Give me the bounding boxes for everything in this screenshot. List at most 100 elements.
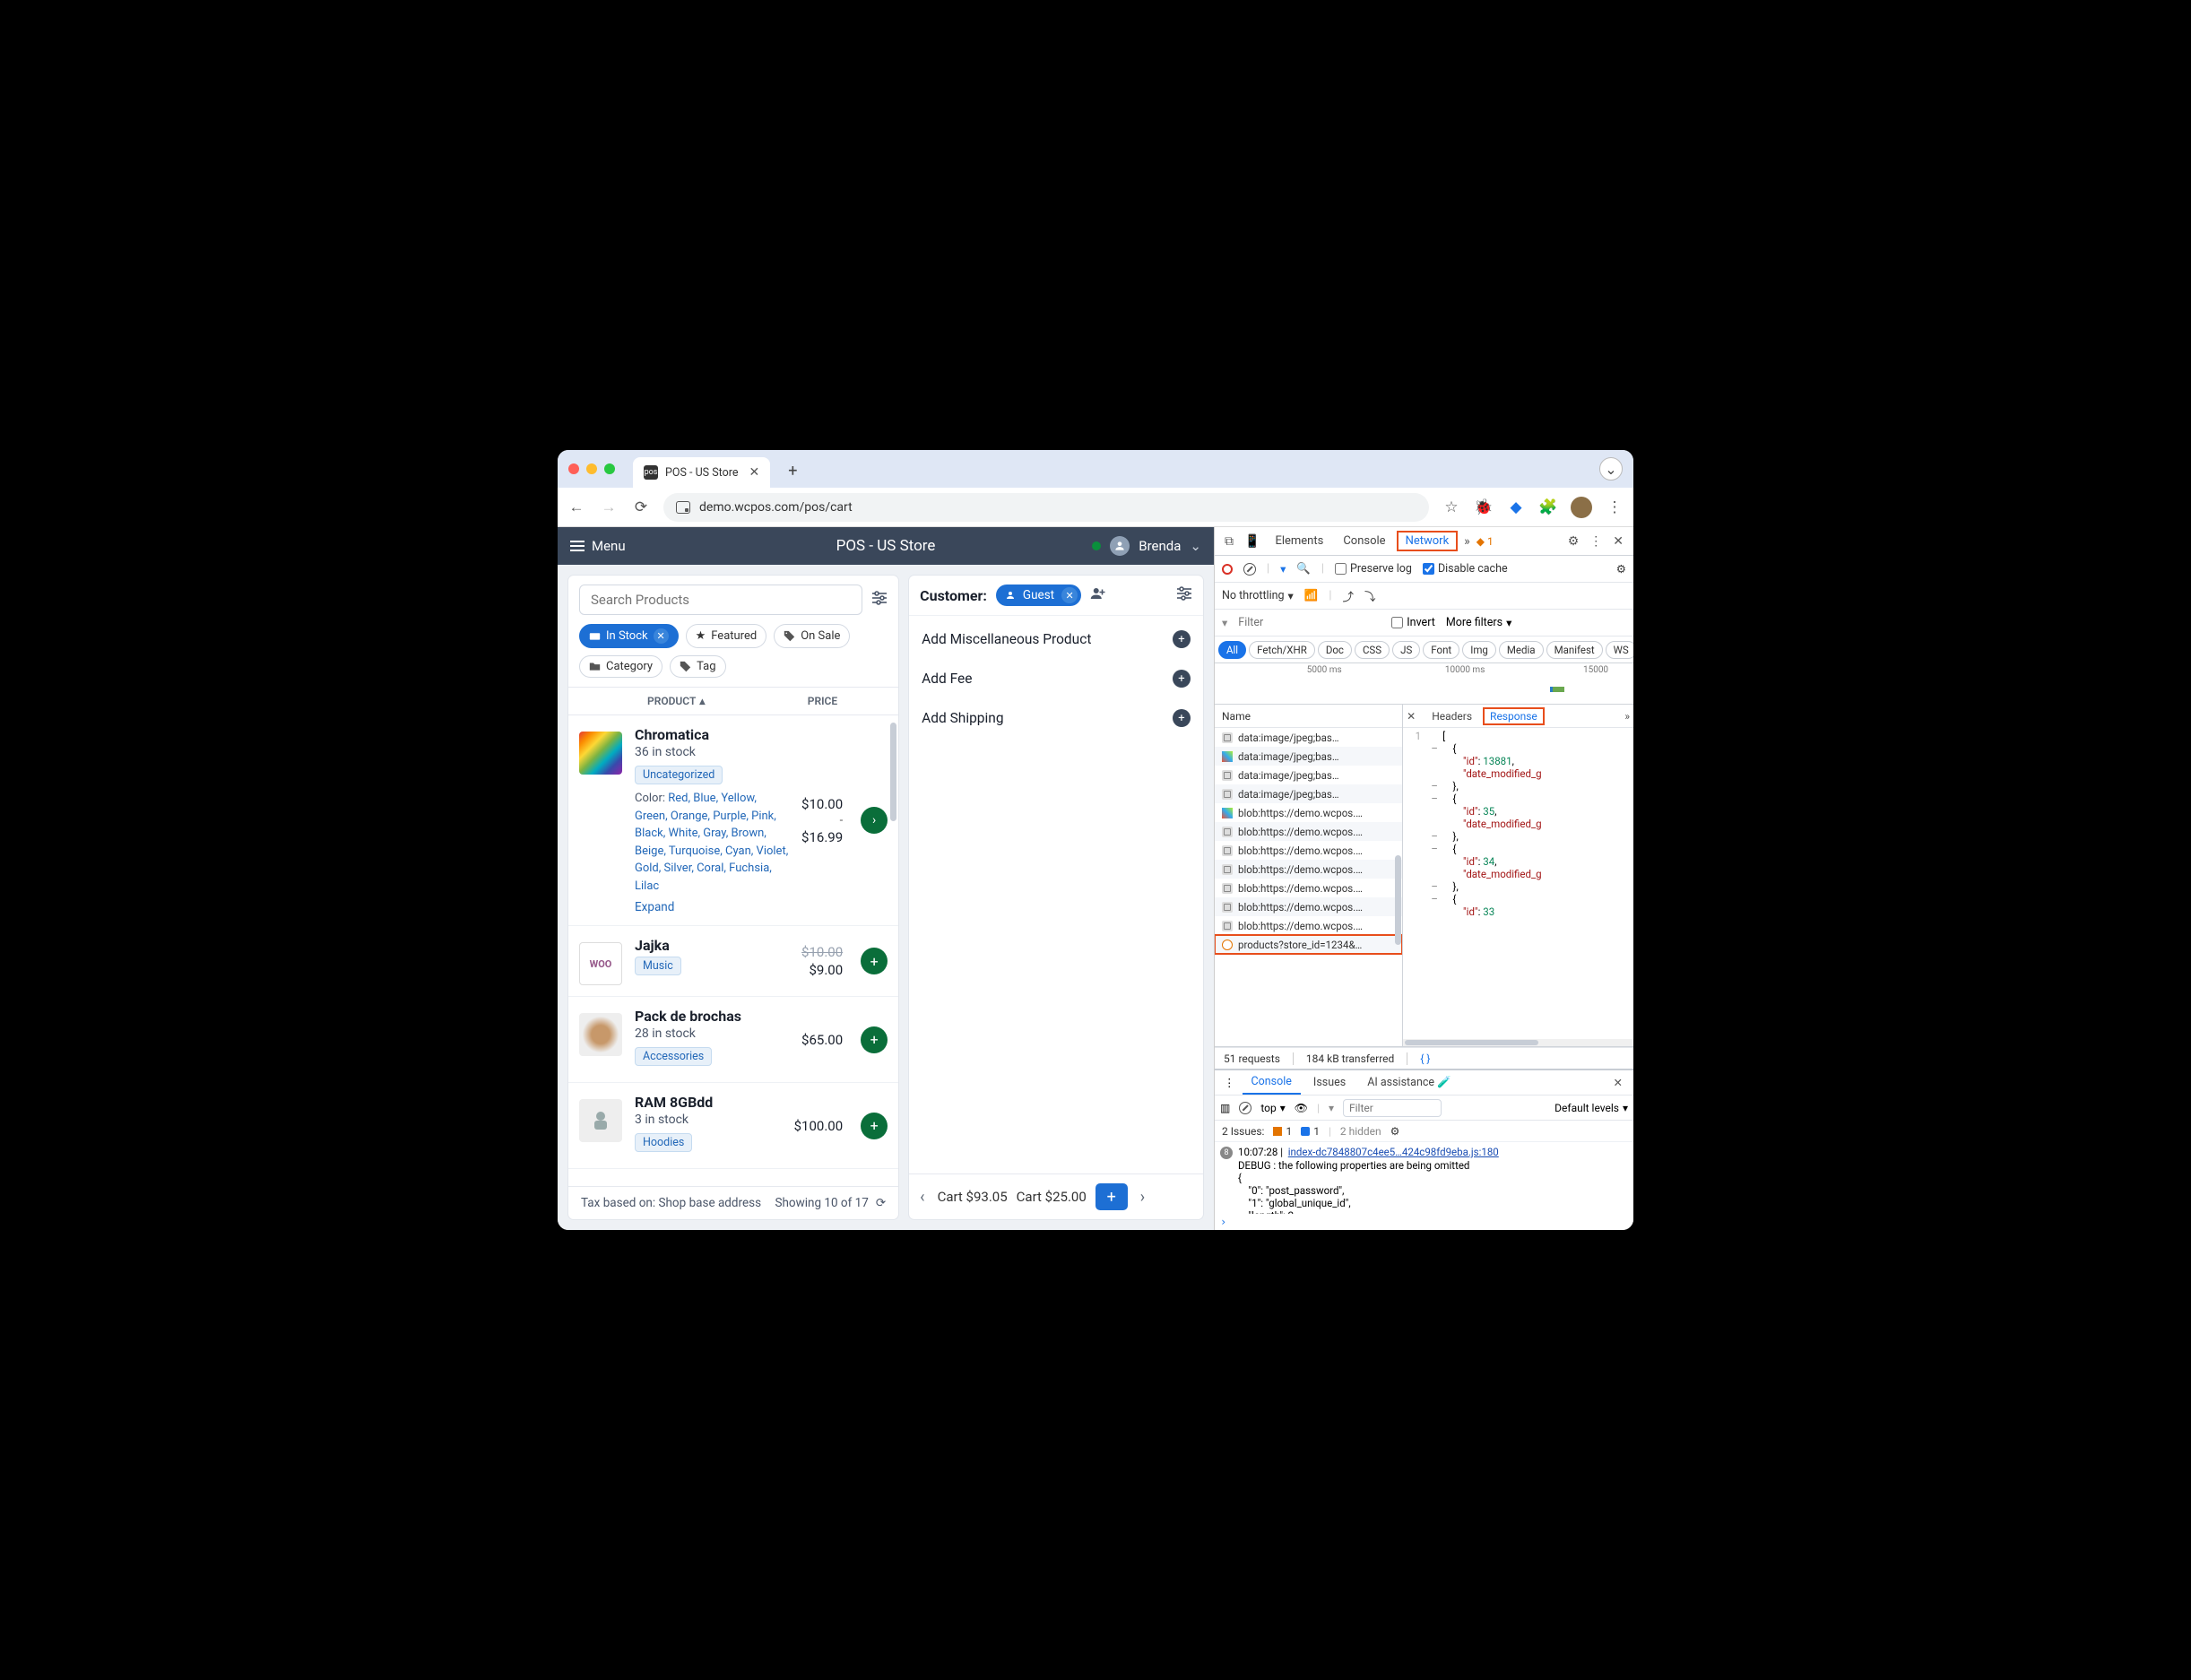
live-expression-icon[interactable]: 👁 [1295, 1102, 1308, 1114]
cart-tab[interactable]: Cart $93.05 [938, 1189, 1008, 1205]
new-cart-button[interactable]: + [1096, 1183, 1128, 1210]
remove-filter-icon[interactable]: ✕ [654, 628, 669, 644]
throttling-dropdown[interactable]: No throttling ▾ [1222, 589, 1294, 603]
add-to-cart-button[interactable]: + [861, 1113, 888, 1139]
product-name[interactable]: Chromatica [635, 726, 789, 743]
product-name[interactable]: Jajka [635, 937, 789, 954]
network-request-row[interactable]: products?store_id=1234&… [1215, 935, 1402, 954]
type-ws[interactable]: WS [1606, 641, 1633, 659]
tab-close-icon[interactable]: ✕ [749, 465, 759, 480]
inspect-element-icon[interactable]: ⧉ [1220, 534, 1238, 549]
type-all[interactable]: All [1218, 641, 1246, 659]
name-column-header[interactable]: Name [1215, 705, 1402, 728]
network-request-row[interactable]: blob:https://demo.wcpos.… [1215, 841, 1402, 860]
braces-icon[interactable]: { } [1420, 1052, 1430, 1065]
profile-avatar[interactable] [1571, 497, 1592, 518]
add-fee-row[interactable]: Add Fee+ [909, 659, 1203, 698]
log-levels-dropdown[interactable]: Default levels ▾ [1554, 1102, 1628, 1114]
menu-dots-icon[interactable]: ⋮ [1605, 498, 1624, 516]
customer-guest-pill[interactable]: Guest ✕ [996, 585, 1081, 606]
type-img[interactable]: Img [1462, 641, 1496, 659]
issue-info-count[interactable]: 1 [1301, 1125, 1320, 1138]
console-sidebar-icon[interactable]: ▥ [1220, 1102, 1230, 1114]
horizontal-scrollbar[interactable] [1403, 1039, 1633, 1046]
extensions-icon[interactable]: 🧩 [1538, 498, 1558, 516]
console-prompt[interactable]: › [1215, 1214, 1633, 1230]
source-link[interactable]: index-dc7848807c4ee5…424c98fd9eba.js:180 [1288, 1146, 1499, 1158]
tab-response[interactable]: Response [1490, 710, 1537, 723]
download-icon[interactable]: ⤵ [1364, 587, 1376, 604]
new-tab-button[interactable]: + [788, 462, 797, 481]
more-filters-dropdown[interactable]: More filters ▾ [1446, 616, 1512, 630]
warnings-badge[interactable]: ◆ 1 [1477, 535, 1494, 548]
network-request-row[interactable]: blob:https://demo.wcpos.… [1215, 879, 1402, 897]
net-settings-icon[interactable]: ⚙ [1616, 562, 1626, 576]
tab-elements[interactable]: Elements [1266, 527, 1332, 555]
more-response-tabs-icon[interactable]: » [1624, 710, 1630, 723]
network-request-row[interactable]: data:image/jpeg;bas… [1215, 784, 1402, 803]
tabs-overflow-button[interactable]: ⌄ [1599, 457, 1623, 481]
product-name[interactable]: RAM 8GBdd [635, 1094, 782, 1111]
close-window-button[interactable] [568, 463, 579, 474]
drawer-more-icon[interactable]: ⋮ [1220, 1076, 1239, 1090]
type-fetch[interactable]: Fetch/XHR [1249, 641, 1315, 659]
refresh-icon[interactable]: ⟳ [876, 1196, 886, 1210]
filter-category-chip[interactable]: Category [579, 655, 662, 678]
network-request-row[interactable]: blob:https://demo.wcpos.… [1215, 822, 1402, 841]
add-customer-icon[interactable] [1090, 586, 1106, 604]
console-filter-input[interactable] [1343, 1099, 1442, 1117]
product-category-tag[interactable]: Music [635, 957, 681, 975]
app-menu-button[interactable]: Menu [570, 538, 626, 554]
filter-icon[interactable]: ▾ [1280, 562, 1286, 576]
tab-headers[interactable]: Headers [1425, 710, 1479, 723]
chevron-down-icon[interactable]: ⌄ [1190, 538, 1201, 554]
wifi-icon[interactable]: 📶 [1304, 589, 1319, 602]
product-category-tag[interactable]: Uncategorized [635, 766, 723, 784]
network-request-row[interactable]: data:image/jpeg;bas… [1215, 766, 1402, 784]
reload-button[interactable]: ⟳ [631, 498, 651, 516]
type-manifest[interactable]: Manifest [1546, 641, 1603, 659]
cart-tab[interactable]: Cart $25.00 [1017, 1189, 1087, 1205]
drawer-tab-ai[interactable]: AI assistance 🧪 [1358, 1076, 1459, 1089]
type-css[interactable]: CSS [1355, 641, 1390, 659]
filter-toggle-icon[interactable] [871, 591, 888, 609]
search-icon[interactable]: 🔍 [1296, 562, 1311, 576]
tab-console[interactable]: Console [1334, 527, 1394, 555]
bookmark-icon[interactable]: ☆ [1442, 498, 1461, 516]
column-product[interactable]: PRODUCT ▴ [647, 695, 705, 707]
back-button[interactable]: ← [567, 498, 586, 516]
drawer-close-icon[interactable]: ✕ [1608, 1076, 1628, 1090]
invert-checkbox[interactable]: Invert [1391, 616, 1435, 629]
url-bar[interactable]: demo.wcpos.com/pos/cart [663, 493, 1429, 522]
scrollbar-thumb[interactable] [1395, 855, 1401, 945]
settings-icon[interactable]: ⚙ [1563, 534, 1584, 549]
network-request-row[interactable]: blob:https://demo.wcpos.… [1215, 897, 1402, 916]
more-tabs-icon[interactable]: » [1459, 534, 1475, 549]
browser-tab[interactable]: pos POS - US Store ✕ [633, 457, 770, 488]
bug-extension-icon[interactable]: 🐞 [1474, 498, 1494, 516]
drawer-tab-console[interactable]: Console [1243, 1070, 1301, 1095]
console-output[interactable]: 8 10:07:28 | index-dc7848807c4ee5…424c98… [1215, 1142, 1633, 1214]
minimize-window-button[interactable] [586, 463, 597, 474]
user-name[interactable]: Brenda [1139, 538, 1181, 554]
filter-featured-chip[interactable]: ★ Featured [686, 624, 767, 648]
add-to-cart-button[interactable]: + [861, 1026, 888, 1053]
network-request-row[interactable]: blob:https://demo.wcpos.… [1215, 803, 1402, 822]
cart-prev-button[interactable]: ‹ [916, 1188, 928, 1207]
extension-icon[interactable]: ◆ [1506, 498, 1526, 516]
close-devtools-icon[interactable]: ✕ [1608, 534, 1628, 549]
site-controls-icon[interactable] [676, 501, 690, 514]
filter-on-sale-chip[interactable]: On Sale [774, 624, 850, 648]
drawer-tab-issues[interactable]: Issues [1304, 1076, 1355, 1089]
more-icon[interactable]: ⋮ [1585, 534, 1606, 549]
open-variations-button[interactable]: › [861, 807, 888, 834]
network-request-row[interactable]: blob:https://demo.wcpos.… [1215, 916, 1402, 935]
issue-warning-count[interactable]: 1 [1273, 1125, 1292, 1138]
expand-variations-link[interactable]: Expand [635, 900, 789, 914]
type-js[interactable]: JS [1392, 641, 1420, 659]
preserve-log-checkbox[interactable]: Preserve log [1335, 562, 1412, 576]
network-timeline[interactable]: 5000 ms 10000 ms 15000 [1215, 663, 1633, 705]
network-filter-input[interactable] [1238, 616, 1381, 629]
network-request-row[interactable]: blob:https://demo.wcpos.… [1215, 860, 1402, 879]
device-toggle-icon[interactable]: 📱 [1240, 534, 1264, 549]
